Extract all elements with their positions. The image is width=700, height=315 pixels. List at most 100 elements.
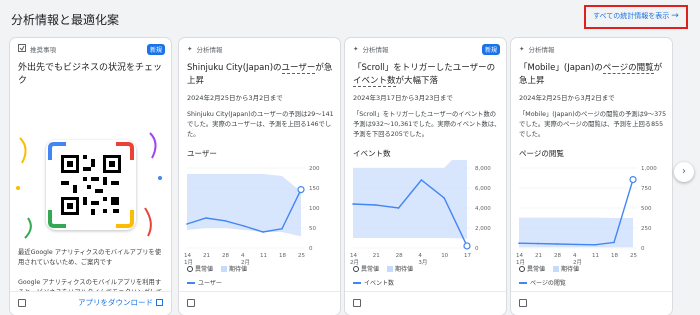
x-tick-label: 4 [573, 253, 577, 259]
data-point [205, 217, 207, 219]
anomaly-point [297, 186, 305, 194]
card-date: 2024年2月25日から3月2日まで [187, 94, 283, 102]
y-tick-label: 100 [309, 206, 320, 212]
new-badge: 新規 [481, 44, 500, 55]
expected-band [519, 217, 633, 248]
data-point [243, 225, 245, 227]
view-all-label: すべての統計情報を表示 [593, 12, 670, 20]
x-tick-label: 28 [222, 253, 229, 259]
x-tick-label: 25 [630, 253, 637, 259]
y-tick-label: 8,000 [475, 166, 491, 172]
card-category: 分析情報 [196, 46, 223, 54]
data-point [537, 242, 539, 245]
title-pre: 「Scroll」をトリガーしたユーザーの [353, 63, 496, 73]
legend-expected: 期待値 [387, 264, 413, 273]
y-tick-label: 0 [475, 246, 479, 252]
card-title: 「Mobile」(Japan)のページの閲覧が急上昇 [519, 62, 665, 88]
legend-anomaly: 異常値 [519, 264, 545, 273]
x-tick-label: 14 [350, 253, 357, 259]
expand-icon[interactable] [519, 299, 527, 307]
series-legend: ユーザー [187, 278, 222, 287]
card-description: 「Scroll」をトリガーしたユーザーのイベント数の予測は932～10,361で… [353, 111, 501, 138]
expand-icon[interactable] [187, 299, 195, 307]
x-tick-label: 4 [418, 253, 422, 259]
card-footer [345, 291, 506, 315]
y-tick-label: 200 [309, 166, 320, 172]
card-category: 推奨事項 [30, 46, 56, 54]
data-point [575, 243, 577, 246]
recommendation-icon [18, 44, 26, 54]
title-pre: 「Mobile」(Japan)の [519, 63, 603, 73]
card-date: 2024年3月17日から3月23日まで [353, 94, 453, 102]
legend-expected: 期待値 [221, 264, 247, 273]
card-description: Shinjuku City(Japan)のユーザーの予測は29～141でした。実… [187, 111, 334, 138]
qr-code [46, 140, 136, 230]
download-app-link[interactable]: アプリをダウンロード [78, 297, 163, 308]
title-post: が大幅下落 [395, 76, 439, 86]
legend-expected: 期待値 [553, 264, 579, 273]
anomaly-point [463, 242, 471, 250]
y-tick-label: 1,000 [641, 166, 657, 172]
view-all-stats-link[interactable]: すべての統計情報を表示 → [584, 5, 688, 29]
x-tick-label: 14 [516, 253, 523, 259]
x-tick-label: 21 [373, 253, 380, 259]
next-cards-button[interactable]: › [674, 162, 694, 182]
data-point [613, 241, 615, 244]
x-tick-label: 14 [184, 253, 191, 259]
expand-icon[interactable] [353, 299, 361, 307]
x-month-label: 3月 [418, 259, 427, 266]
data-point [443, 197, 445, 199]
series-legend: ページの閲覧 [519, 278, 566, 287]
legend-anomaly: 異常値 [187, 264, 213, 273]
open-in-new-icon [156, 299, 163, 306]
data-point [352, 203, 354, 205]
anomaly-point [629, 176, 637, 184]
y-tick-label: 0 [641, 246, 645, 252]
sparkle-icon: ✦ [353, 45, 359, 53]
chart-events: 02,0004,0006,0008,000142月21 28 43月10 17 [350, 160, 491, 266]
x-tick-label: 10 [441, 253, 448, 259]
card-text: 最近Google アナリティクスのモバイルアプリを使用されていないため、ご案内で… [18, 249, 162, 266]
x-tick-label: 11 [260, 253, 267, 259]
title-pre: Shinjuku City(Japan)の [187, 63, 282, 73]
x-tick-label: 21 [203, 253, 210, 259]
data-point [224, 220, 226, 222]
y-tick-label: 2,000 [475, 226, 491, 232]
sparkle-icon: ✦ [519, 45, 525, 53]
card-category: 分析情報 [362, 46, 389, 54]
y-tick-label: 4,000 [475, 206, 491, 212]
series-legend: イベント数 [353, 278, 394, 287]
recommendation-card[interactable]: 推奨事項 新規 外出先でもビジネスの状況をチェック 最近Google アナリティ… [10, 38, 171, 315]
insight-card-events[interactable]: ✦ 分析情報 新規 「Scroll」をトリガーしたユーザーのイベント数が大幅下落 … [345, 38, 506, 315]
card-footer [179, 291, 340, 315]
x-tick-label: 11 [592, 253, 599, 259]
new-badge: 新規 [146, 44, 165, 55]
chart-pageviews: 02505007501,000141月21 28 42月11 18 25 [516, 166, 657, 266]
card-date: 2024年2月25日から3月2日まで [519, 94, 615, 102]
x-tick-label: 18 [279, 253, 286, 259]
chart-users: 050100150200141月21 28 42月11 18 25 [184, 166, 320, 266]
card-footer: アプリをダウンロード [10, 291, 171, 315]
chart-metric-label: イベント数 [353, 149, 391, 158]
x-tick-label: 18 [611, 253, 618, 259]
title-metric: ユーザー [281, 63, 316, 74]
x-tick-label: 25 [298, 253, 305, 259]
insight-card-users[interactable]: ✦ 分析情報 Shinjuku City(Japan)のユーザーが急上昇 2024… [179, 38, 340, 315]
x-tick-label: 28 [554, 253, 561, 259]
card-title: 「Scroll」をトリガーしたユーザーのイベント数が大幅下落 [353, 62, 499, 88]
data-point [556, 243, 558, 245]
expected-band [353, 160, 467, 239]
data-point [420, 179, 423, 181]
arrow-right-icon: → [671, 11, 679, 21]
card-title: Shinjuku City(Japan)のユーザーが急上昇 [187, 62, 333, 88]
legend-anomaly: 異常値 [353, 264, 379, 273]
y-tick-label: 250 [641, 226, 652, 232]
expand-icon[interactable] [18, 299, 26, 307]
download-app-label: アプリをダウンロード [78, 298, 153, 307]
x-tick-label: 4 [241, 253, 245, 259]
data-point [281, 228, 283, 230]
x-tick-label: 28 [396, 253, 403, 259]
x-tick-label: 21 [535, 253, 542, 259]
y-tick-label: 6,000 [475, 186, 491, 192]
insight-card-pageviews[interactable]: ✦ 分析情報 「Mobile」(Japan)のページの閲覧が急上昇 2024年2月… [511, 38, 672, 315]
